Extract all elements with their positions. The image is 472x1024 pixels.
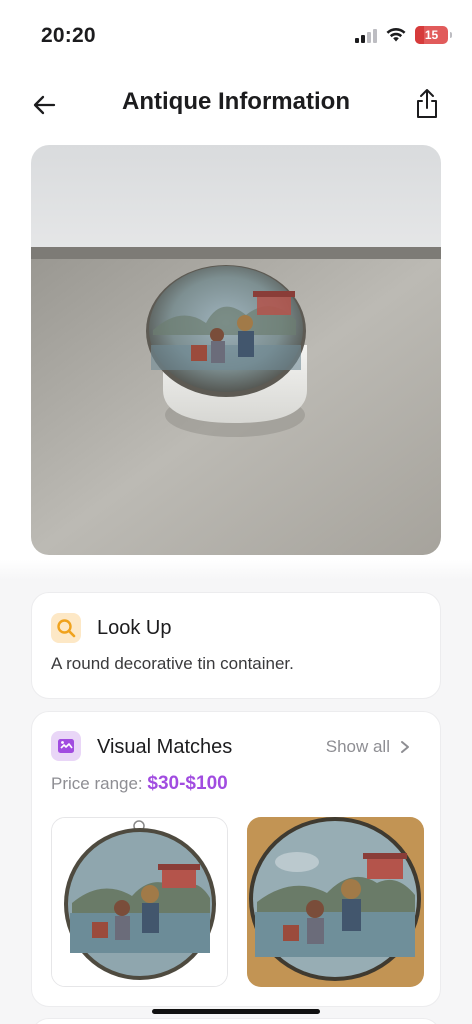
visual-matches-card: Visual Matches Show all Price range: $30… <box>31 711 441 1007</box>
antique-tin-image <box>31 145 441 555</box>
share-icon <box>417 89 437 118</box>
magnifier-icon <box>57 619 76 638</box>
wifi-icon <box>386 27 406 42</box>
chevron-right-icon <box>401 741 409 753</box>
battery-icon: 15 <box>415 26 452 44</box>
lookup-icon-badge <box>51 613 81 643</box>
show-all-button[interactable]: Show all <box>326 737 410 757</box>
next-card <box>31 1018 441 1024</box>
battery-level: 15 <box>424 28 439 42</box>
price-range: Price range: $30-$100 <box>51 773 228 795</box>
lookup-title: Look Up <box>97 617 172 639</box>
visual-matches-icon-badge <box>51 731 81 761</box>
lookup-description: A round decorative tin container. <box>51 654 294 673</box>
match-image <box>52 818 227 986</box>
visual-match-thumbnail[interactable] <box>247 817 424 987</box>
share-button[interactable] <box>412 87 442 121</box>
price-range-value: $30-$100 <box>147 773 228 794</box>
match-image <box>247 817 424 987</box>
visual-match-thumbnail[interactable] <box>51 817 228 987</box>
navigation-bar: Antique Information <box>0 70 472 140</box>
status-icons: 15 <box>355 26 452 44</box>
lookup-card[interactable]: Look Up A round decorative tin container… <box>31 592 441 699</box>
antique-photo[interactable] <box>31 145 441 555</box>
visual-matches-title: Visual Matches <box>97 736 233 758</box>
show-all-label: Show all <box>325 737 390 756</box>
page-title: Antique Information <box>122 88 350 115</box>
cellular-signal-icon <box>355 27 377 43</box>
status-time: 20:20 <box>41 24 96 47</box>
image-match-icon <box>58 739 74 753</box>
home-indicator[interactable] <box>152 1009 320 1014</box>
status-bar: 20:20 15 <box>0 0 472 70</box>
price-range-label: Price range: <box>51 774 143 793</box>
